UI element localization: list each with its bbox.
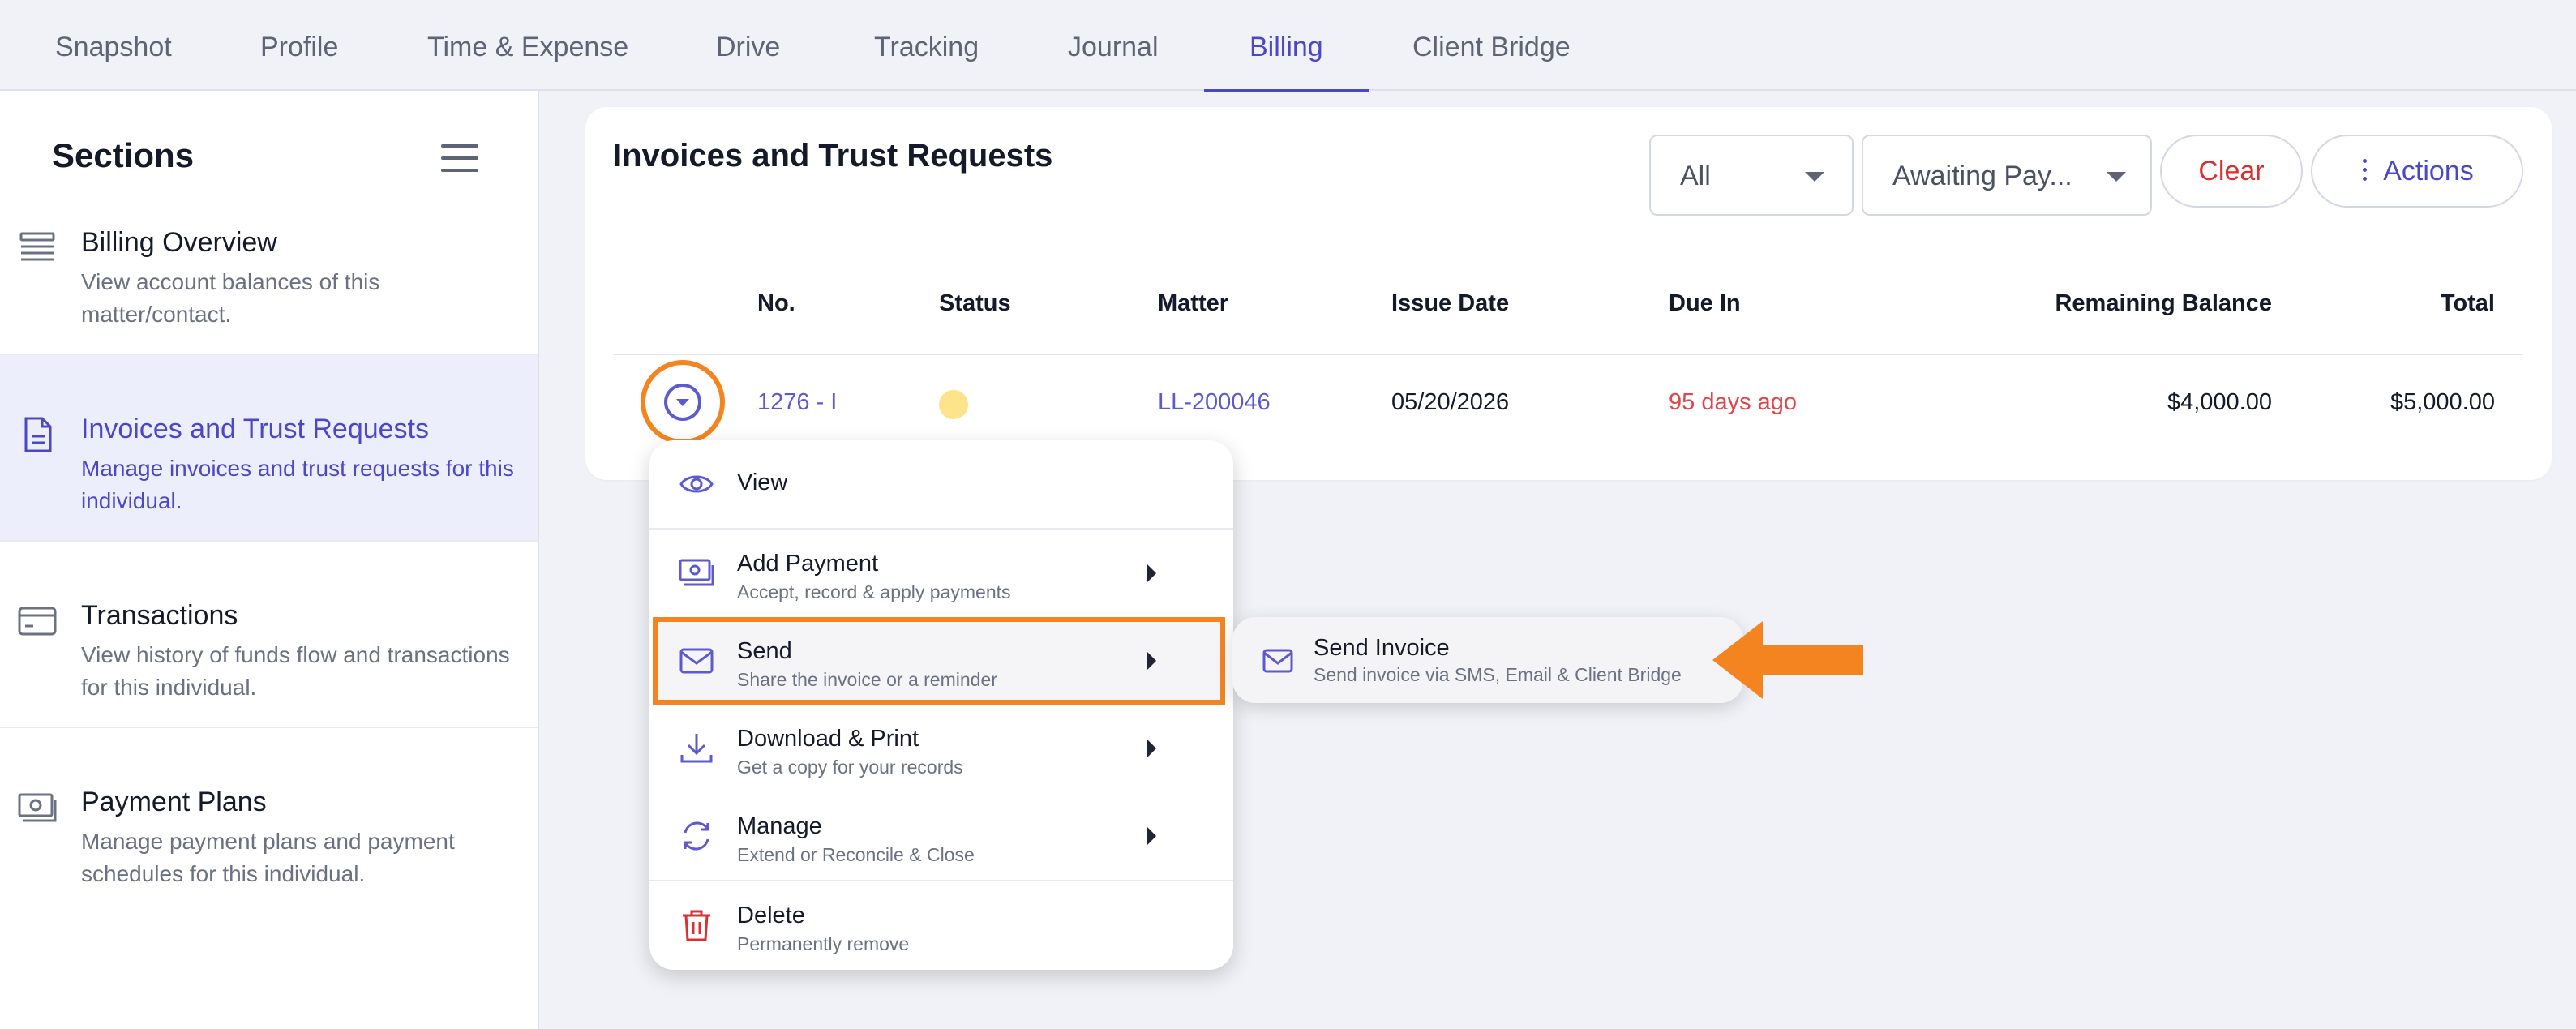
issue-date-cell: 05/20/2026 (1391, 389, 1510, 415)
annotation-arrow-icon (1712, 621, 1863, 699)
submenu-item-sub: Send invoice via SMS, Email & Client Bri… (1314, 664, 1682, 685)
sidebar-item-billing-overview[interactable]: Billing Overview View account balances o… (0, 169, 538, 355)
eye-icon (679, 475, 714, 493)
tab-drive[interactable]: Drive (716, 0, 780, 91)
tab-tracking[interactable]: Tracking (874, 0, 979, 91)
menu-item-sub: Get a copy for your records (737, 757, 963, 778)
tab-snapshot[interactable]: Snapshot (55, 0, 172, 91)
caret-right-icon (1147, 652, 1156, 670)
sidebar-item-title: Transactions (81, 600, 238, 631)
sidebar-item-desc: Manage payment plans and payment schedul… (81, 829, 455, 886)
menu-item-add-payment[interactable]: Add Payment Accept, record & apply payme… (649, 530, 1233, 617)
list-icon (19, 232, 55, 261)
money-icon (18, 793, 57, 822)
col-header-remaining-balance: Remaining Balance (2055, 290, 2272, 316)
menu-item-send[interactable]: Send Share the invoice or a reminder (649, 617, 1233, 705)
menu-item-label: Delete (737, 903, 805, 928)
status-filter-value: Awaiting Pay... (1892, 161, 2072, 191)
menu-item-sub: Extend or Reconcile & Close (737, 844, 975, 865)
type-filter-select[interactable]: All (1649, 135, 1854, 216)
tab-client-bridge[interactable]: Client Bridge (1412, 0, 1571, 91)
actions-label: Actions (2383, 156, 2474, 187)
col-header-total: Total (2440, 290, 2495, 316)
chevron-down-circle-icon (664, 384, 701, 421)
tab-journal[interactable]: Journal (1068, 0, 1159, 91)
caret-right-icon (1147, 827, 1156, 845)
menu-item-sub: Permanently remove (737, 933, 910, 954)
caret-right-icon (1147, 564, 1156, 582)
menu-item-label: Add Payment (737, 551, 879, 577)
chevron-down-icon (2107, 172, 2126, 182)
sections-sidebar: Sections Billing Overview View account b… (0, 91, 539, 1029)
refresh-icon (684, 821, 709, 851)
col-header-issue-date: Issue Date (1391, 290, 1510, 316)
caret-right-icon (1147, 740, 1156, 757)
status-dot (939, 390, 968, 419)
chevron-down-icon (1805, 172, 1824, 182)
invoice-number-link[interactable]: 1276 - I (757, 389, 837, 416)
send-submenu-item-send-invoice[interactable]: Send Invoice Send invoice via SMS, Email… (1232, 617, 1743, 703)
menu-item-label: Manage (737, 813, 822, 839)
sidebar-item-desc: View history of funds flow and transacti… (81, 642, 510, 700)
document-icon (24, 417, 52, 452)
col-header-status: Status (939, 290, 1011, 316)
menu-item-delete[interactable]: Delete Permanently remove (649, 881, 1233, 969)
sidebar-item-title: Billing Overview (81, 227, 277, 258)
credit-card-icon (18, 607, 57, 636)
tab-profile[interactable]: Profile (260, 0, 338, 91)
top-nav: Snapshot Profile Time & Expense Drive Tr… (0, 0, 2576, 92)
menu-item-label: View (737, 469, 788, 495)
sidebar-item-title: Payment Plans (81, 787, 267, 817)
table-divider (613, 354, 2523, 355)
sidebar-item-payment-plans[interactable]: Payment Plans Manage payment plans and p… (0, 728, 538, 915)
kebab-icon (2363, 159, 2368, 183)
trash-icon (683, 910, 710, 941)
row-expand-button[interactable] (641, 360, 725, 444)
tab-billing[interactable]: Billing (1204, 0, 1369, 92)
invoices-card: Invoices and Trust Requests All Awaiting… (585, 107, 2552, 480)
menu-item-manage[interactable]: Manage Extend or Reconcile & Close (649, 792, 1233, 880)
total-cell: $5,000.00 (2390, 389, 2495, 415)
type-filter-value: All (1680, 161, 1711, 191)
due-in-cell: 95 days ago (1669, 389, 1798, 415)
money-icon (679, 559, 714, 586)
status-filter-select[interactable]: Awaiting Pay... (1862, 135, 2152, 216)
sidebar-item-desc: View account balances of this matter/con… (81, 269, 380, 327)
menu-item-sub: Accept, record & apply payments (737, 581, 1011, 602)
sidebar-item-invoices[interactable]: Invoices and Trust Requests Manage invoi… (0, 355, 538, 542)
mail-icon (1262, 649, 1293, 673)
row-action-menu: View Add Payment Accept, record & apply … (649, 440, 1233, 970)
mail-icon (679, 648, 714, 674)
matter-link[interactable]: LL-200046 (1158, 389, 1271, 416)
page-title: Invoices and Trust Requests (613, 138, 1053, 174)
remaining-balance-cell: $4,000.00 (2167, 389, 2272, 415)
sidebar-item-desc: Manage invoices and trust requests for t… (81, 456, 514, 513)
col-header-matter: Matter (1158, 290, 1229, 316)
menu-item-download-print[interactable]: Download & Print Get a copy for your rec… (649, 705, 1233, 792)
menu-item-sub: Share the invoice or a reminder (737, 669, 997, 690)
menu-item-label: Download & Print (737, 726, 919, 752)
actions-button[interactable]: Actions (2311, 135, 2523, 208)
download-icon (680, 734, 713, 763)
sidebar-item-title: Invoices and Trust Requests (81, 414, 430, 444)
tab-time-expense[interactable]: Time & Expense (427, 0, 628, 91)
clear-button[interactable]: Clear (2160, 135, 2303, 208)
menu-item-label: Send (737, 638, 792, 664)
col-header-due-in: Due In (1669, 290, 1741, 316)
submenu-item-label: Send Invoice (1314, 635, 1450, 661)
sidebar-item-transactions[interactable]: Transactions View history of funds flow … (0, 542, 538, 728)
menu-item-view[interactable]: View (649, 440, 1233, 528)
col-header-no: No. (757, 290, 795, 316)
